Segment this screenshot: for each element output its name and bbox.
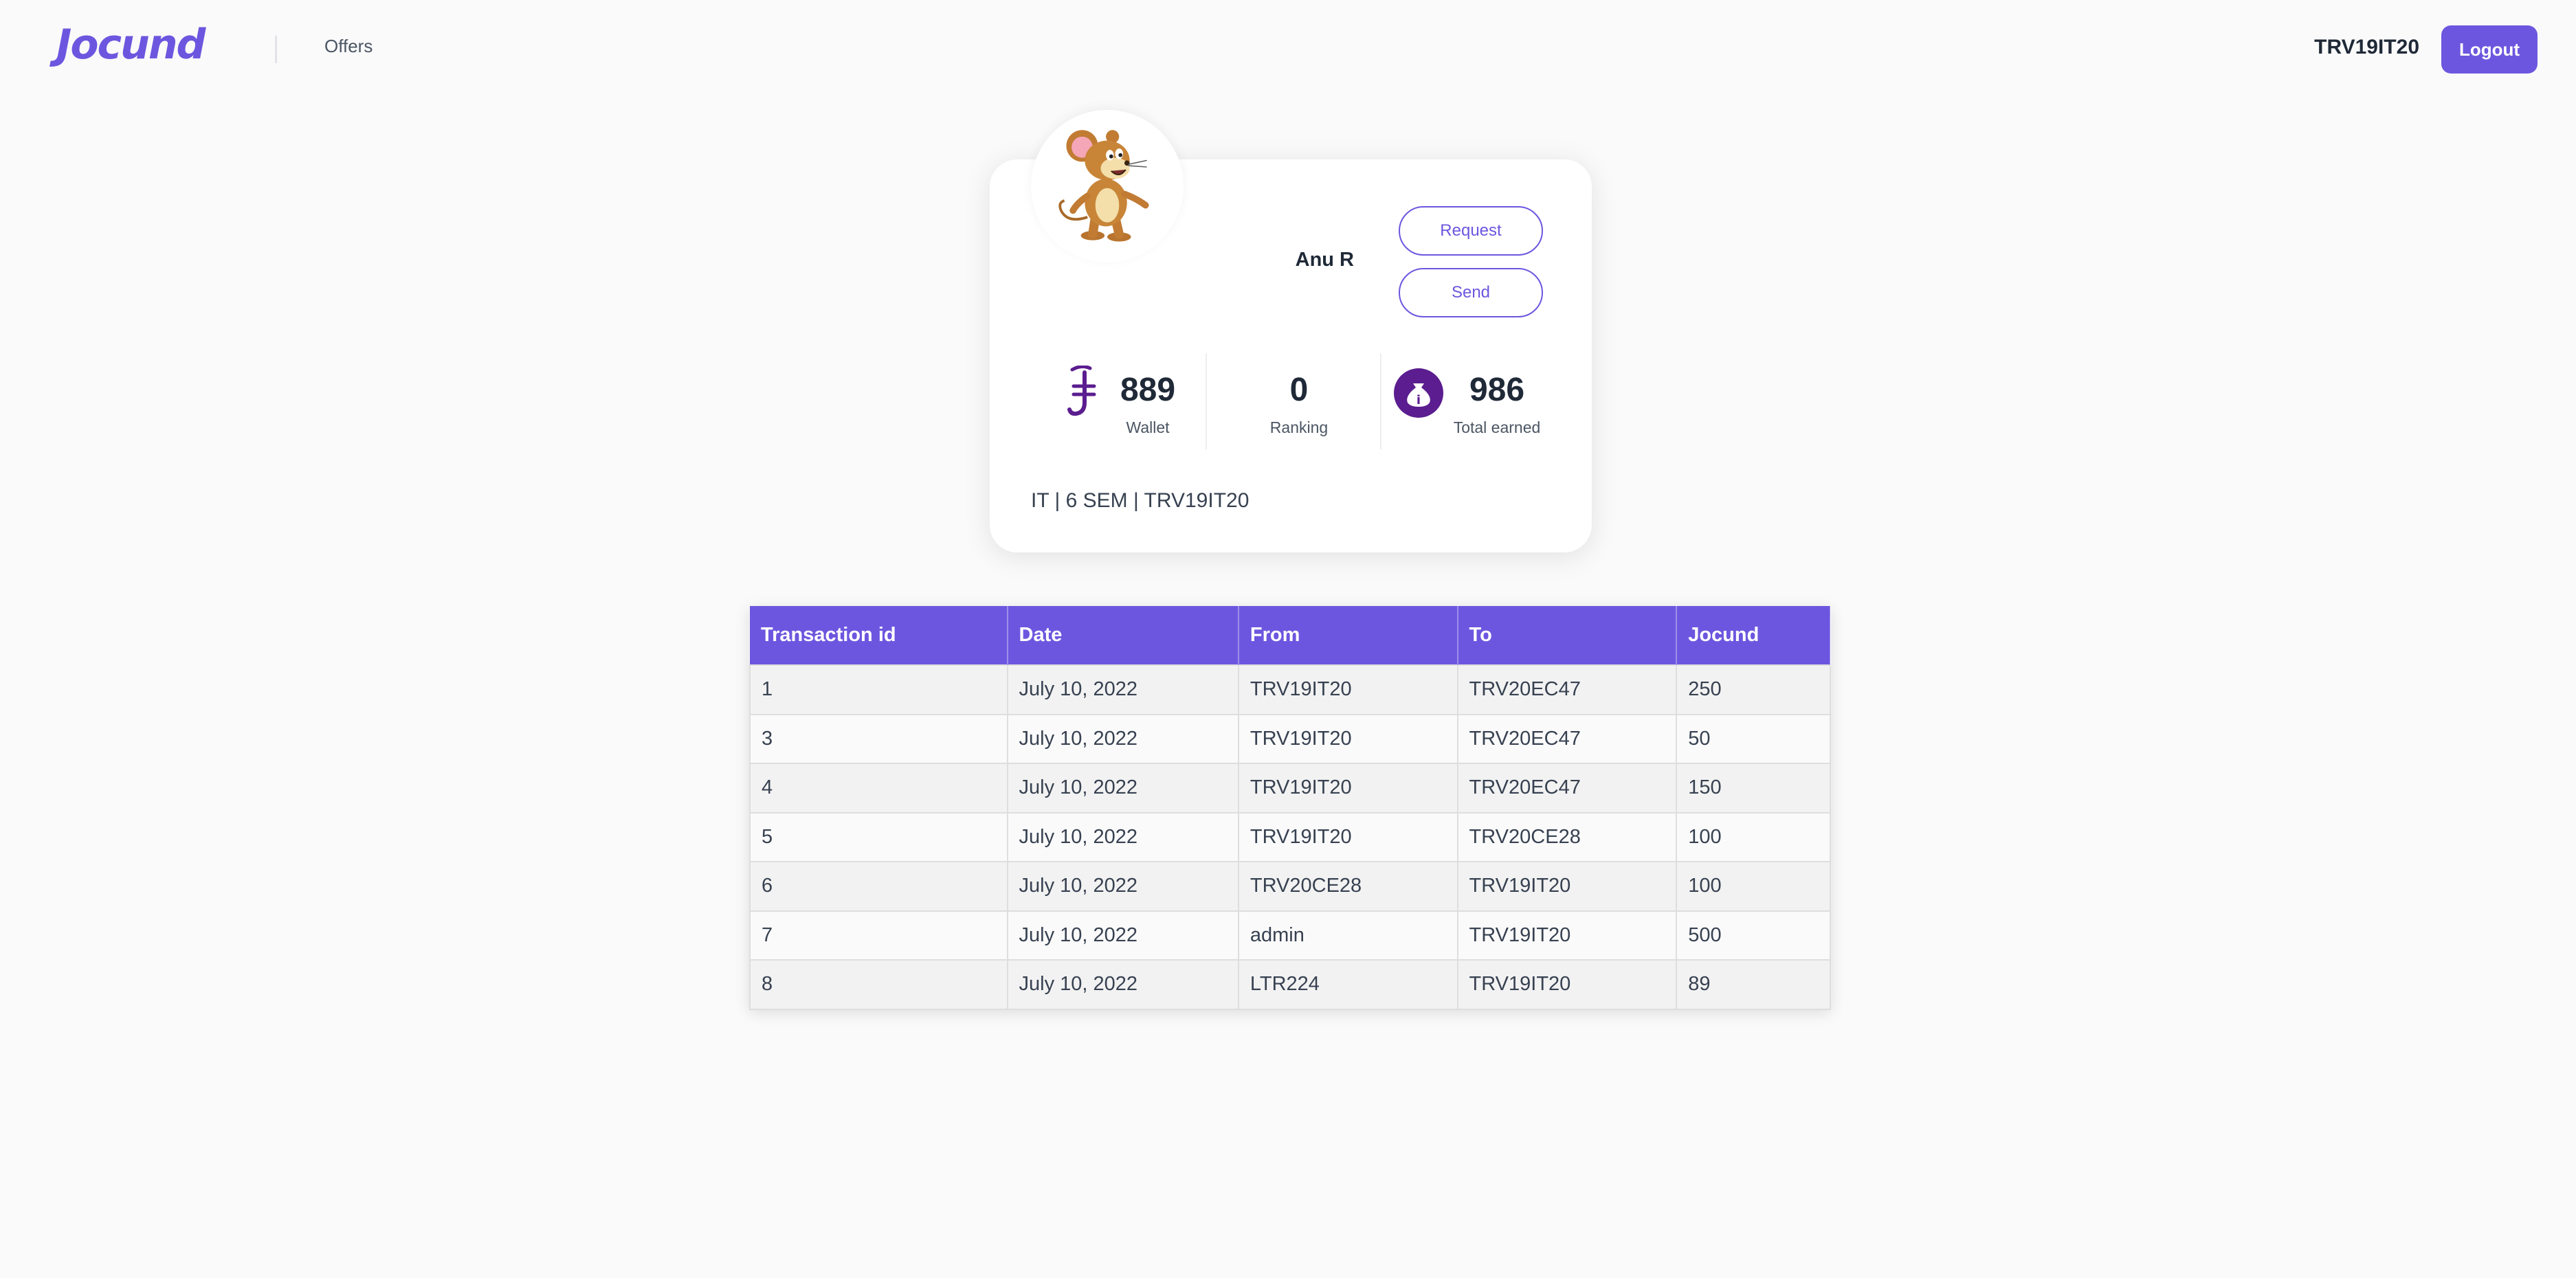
stat-divider	[1206, 353, 1207, 449]
table-row: 5 July 10, 2022 TRV19IT20 TRV20CE28 100	[749, 811, 1831, 862]
table-row: 6 July 10, 2022 TRV20CE28 TRV19IT20 100	[749, 861, 1831, 912]
send-button[interactable]: Send	[1399, 268, 1543, 317]
cell-to: TRV20CE28	[1456, 811, 1678, 862]
table-row: 7 July 10, 2022 admin TRV19IT20 500	[749, 910, 1831, 961]
cell-amount: 100	[1676, 811, 1831, 862]
column-header-date: Date	[1007, 606, 1239, 665]
cell-from: TRV20CE28	[1237, 861, 1458, 912]
stat-divider	[1380, 353, 1381, 449]
cell-transaction-id: 4	[749, 763, 1008, 814]
cell-transaction-id: 8	[749, 959, 1008, 1010]
profile-meta: IT | 6 SEM | TRV19IT20	[1031, 489, 1250, 512]
cell-date: July 10, 2022	[1006, 910, 1239, 961]
cell-from: TRV19IT20	[1237, 664, 1458, 715]
jocund-logo[interactable]: Jocund	[56, 21, 206, 69]
table-row: 4 July 10, 2022 TRV19IT20 TRV20EC47 150	[749, 763, 1831, 814]
top-nav: Jocund Offers TRV19IT20 Logout	[0, 0, 2576, 99]
cell-transaction-id: 5	[749, 811, 1008, 862]
cell-from: LTR224	[1237, 959, 1458, 1010]
wallet-value: 889	[1120, 372, 1176, 408]
nav-divider	[275, 36, 277, 63]
nav-link-offers[interactable]: Offers	[324, 36, 373, 57]
column-header-from: From	[1238, 606, 1458, 665]
total-earned-value: 986	[1469, 372, 1525, 408]
table-row: 8 July 10, 2022 LTR224 TRV19IT20 89	[749, 959, 1831, 1010]
total-earned-label: Total earned	[1453, 418, 1541, 436]
cell-amount: 100	[1676, 861, 1831, 912]
money-bag-icon: i	[1394, 368, 1443, 418]
cell-date: July 10, 2022	[1006, 811, 1239, 862]
cell-amount: 89	[1676, 959, 1831, 1010]
cell-date: July 10, 2022	[1006, 713, 1239, 764]
cell-amount: 150	[1676, 763, 1831, 814]
cell-from: TRV19IT20	[1237, 713, 1458, 764]
cell-transaction-id: 1	[749, 664, 1008, 715]
transactions-table: Transaction id Date From To Jocund 1 Jul…	[749, 606, 1831, 1010]
cell-to: TRV19IT20	[1456, 861, 1678, 912]
cell-amount: 250	[1676, 664, 1831, 715]
ranking-value: 0	[1289, 372, 1309, 408]
cell-date: July 10, 2022	[1006, 861, 1239, 912]
cell-to: TRV19IT20	[1456, 910, 1678, 961]
profile-name: Anu R	[1295, 249, 1354, 271]
cell-to: TRV20EC47	[1456, 713, 1678, 764]
cell-from: TRV19IT20	[1237, 763, 1458, 814]
cell-transaction-id: 3	[749, 713, 1008, 764]
column-header-jocund: Jocund	[1676, 606, 1831, 665]
column-header-to: To	[1457, 606, 1678, 665]
current-user-id: TRV19IT20	[2314, 36, 2419, 58]
cell-from: TRV19IT20	[1237, 811, 1458, 862]
cell-date: July 10, 2022	[1006, 959, 1239, 1010]
ranking-label: Ranking	[1269, 418, 1329, 436]
cell-amount: 50	[1676, 713, 1831, 764]
request-button[interactable]: Request	[1399, 206, 1543, 256]
logout-button[interactable]: Logout	[2441, 25, 2538, 74]
cell-transaction-id: 7	[749, 910, 1008, 961]
mouse-avatar-icon	[1058, 130, 1149, 242]
table-row: 1 July 10, 2022 TRV19IT20 TRV20EC47 250	[749, 664, 1831, 715]
svg-text:i: i	[1417, 393, 1421, 407]
cell-amount: 500	[1676, 910, 1831, 961]
cell-date: July 10, 2022	[1006, 664, 1239, 715]
cell-date: July 10, 2022	[1006, 763, 1239, 814]
jocund-currency-icon	[1067, 366, 1096, 416]
cell-transaction-id: 6	[749, 861, 1008, 912]
column-header-transaction-id: Transaction id	[750, 606, 1008, 665]
cell-to: TRV20EC47	[1456, 763, 1678, 814]
cell-to: TRV20EC47	[1456, 664, 1678, 715]
cell-to: TRV19IT20	[1456, 959, 1678, 1010]
wallet-label: Wallet	[1126, 418, 1170, 436]
table-row: 3 July 10, 2022 TRV19IT20 TRV20EC47 50	[749, 713, 1831, 764]
table-header-row: Transaction id Date From To Jocund	[750, 606, 1831, 665]
cell-from: admin	[1237, 910, 1458, 961]
